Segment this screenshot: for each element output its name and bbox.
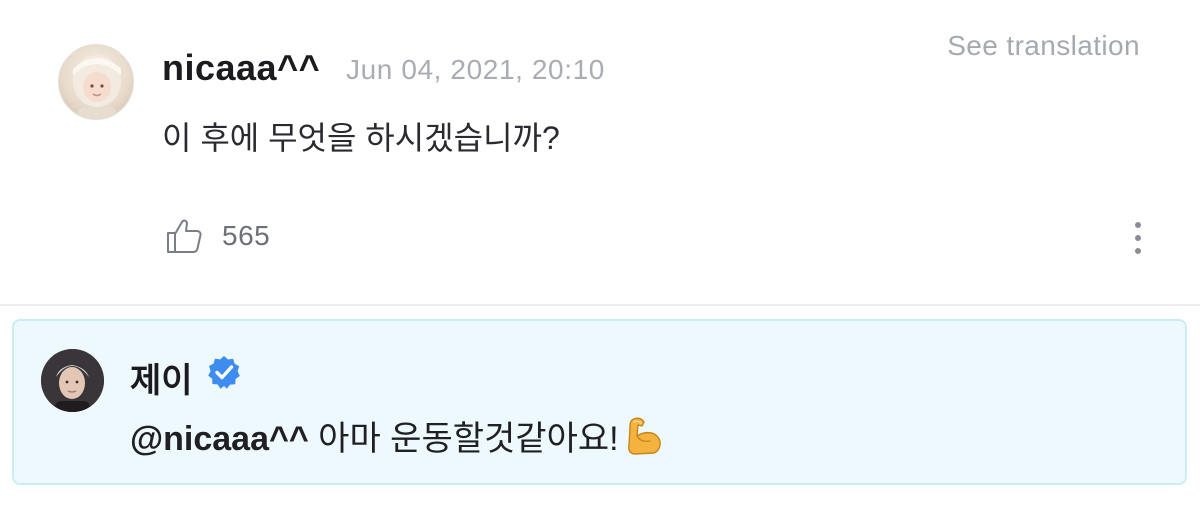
comment-thread: nicaaa^^ Jun 04, 2021, 20:10 See transla… [0,0,1200,525]
commenter-username[interactable]: nicaaa^^ [162,47,320,89]
thumbs-up-icon [167,219,202,253]
like-button[interactable]: 565 [164,216,270,256]
comment-timestamp: Jun 04, 2021, 20:10 [346,54,605,85]
reply-author-username[interactable]: 제이 [130,353,193,402]
reply-text: @nicaaa^^ 아마 운동할것같아요! [130,411,667,460]
verified-badge-icon [208,356,240,389]
comment: nicaaa^^ Jun 04, 2021, 20:10 See transla… [0,0,1200,305]
divider [0,304,1200,306]
comment-text: 이 후에 무엇을 하시겠습니까? [162,120,560,156]
avatar-illustration [41,349,104,412]
avatar-illustration [73,55,121,119]
reply-author-avatar[interactable] [41,349,104,412]
artist-reply: 제이 @nicaaa^^ 아마 운동할것같아요! [12,319,1187,485]
commenter-avatar[interactable] [58,44,134,120]
vertical-ellipsis-icon [1135,222,1141,228]
reply-message: 아마 운동할것같아요! [318,420,619,458]
mention-link[interactable]: @nicaaa^^ [130,420,309,458]
more-options-button[interactable] [1124,218,1152,258]
flexed-biceps-emoji [627,417,661,455]
vertical-ellipsis-icon [1135,235,1141,241]
vertical-ellipsis-icon [1135,248,1141,254]
like-count: 565 [222,220,271,251]
see-translation-link[interactable]: See translation [947,30,1140,62]
